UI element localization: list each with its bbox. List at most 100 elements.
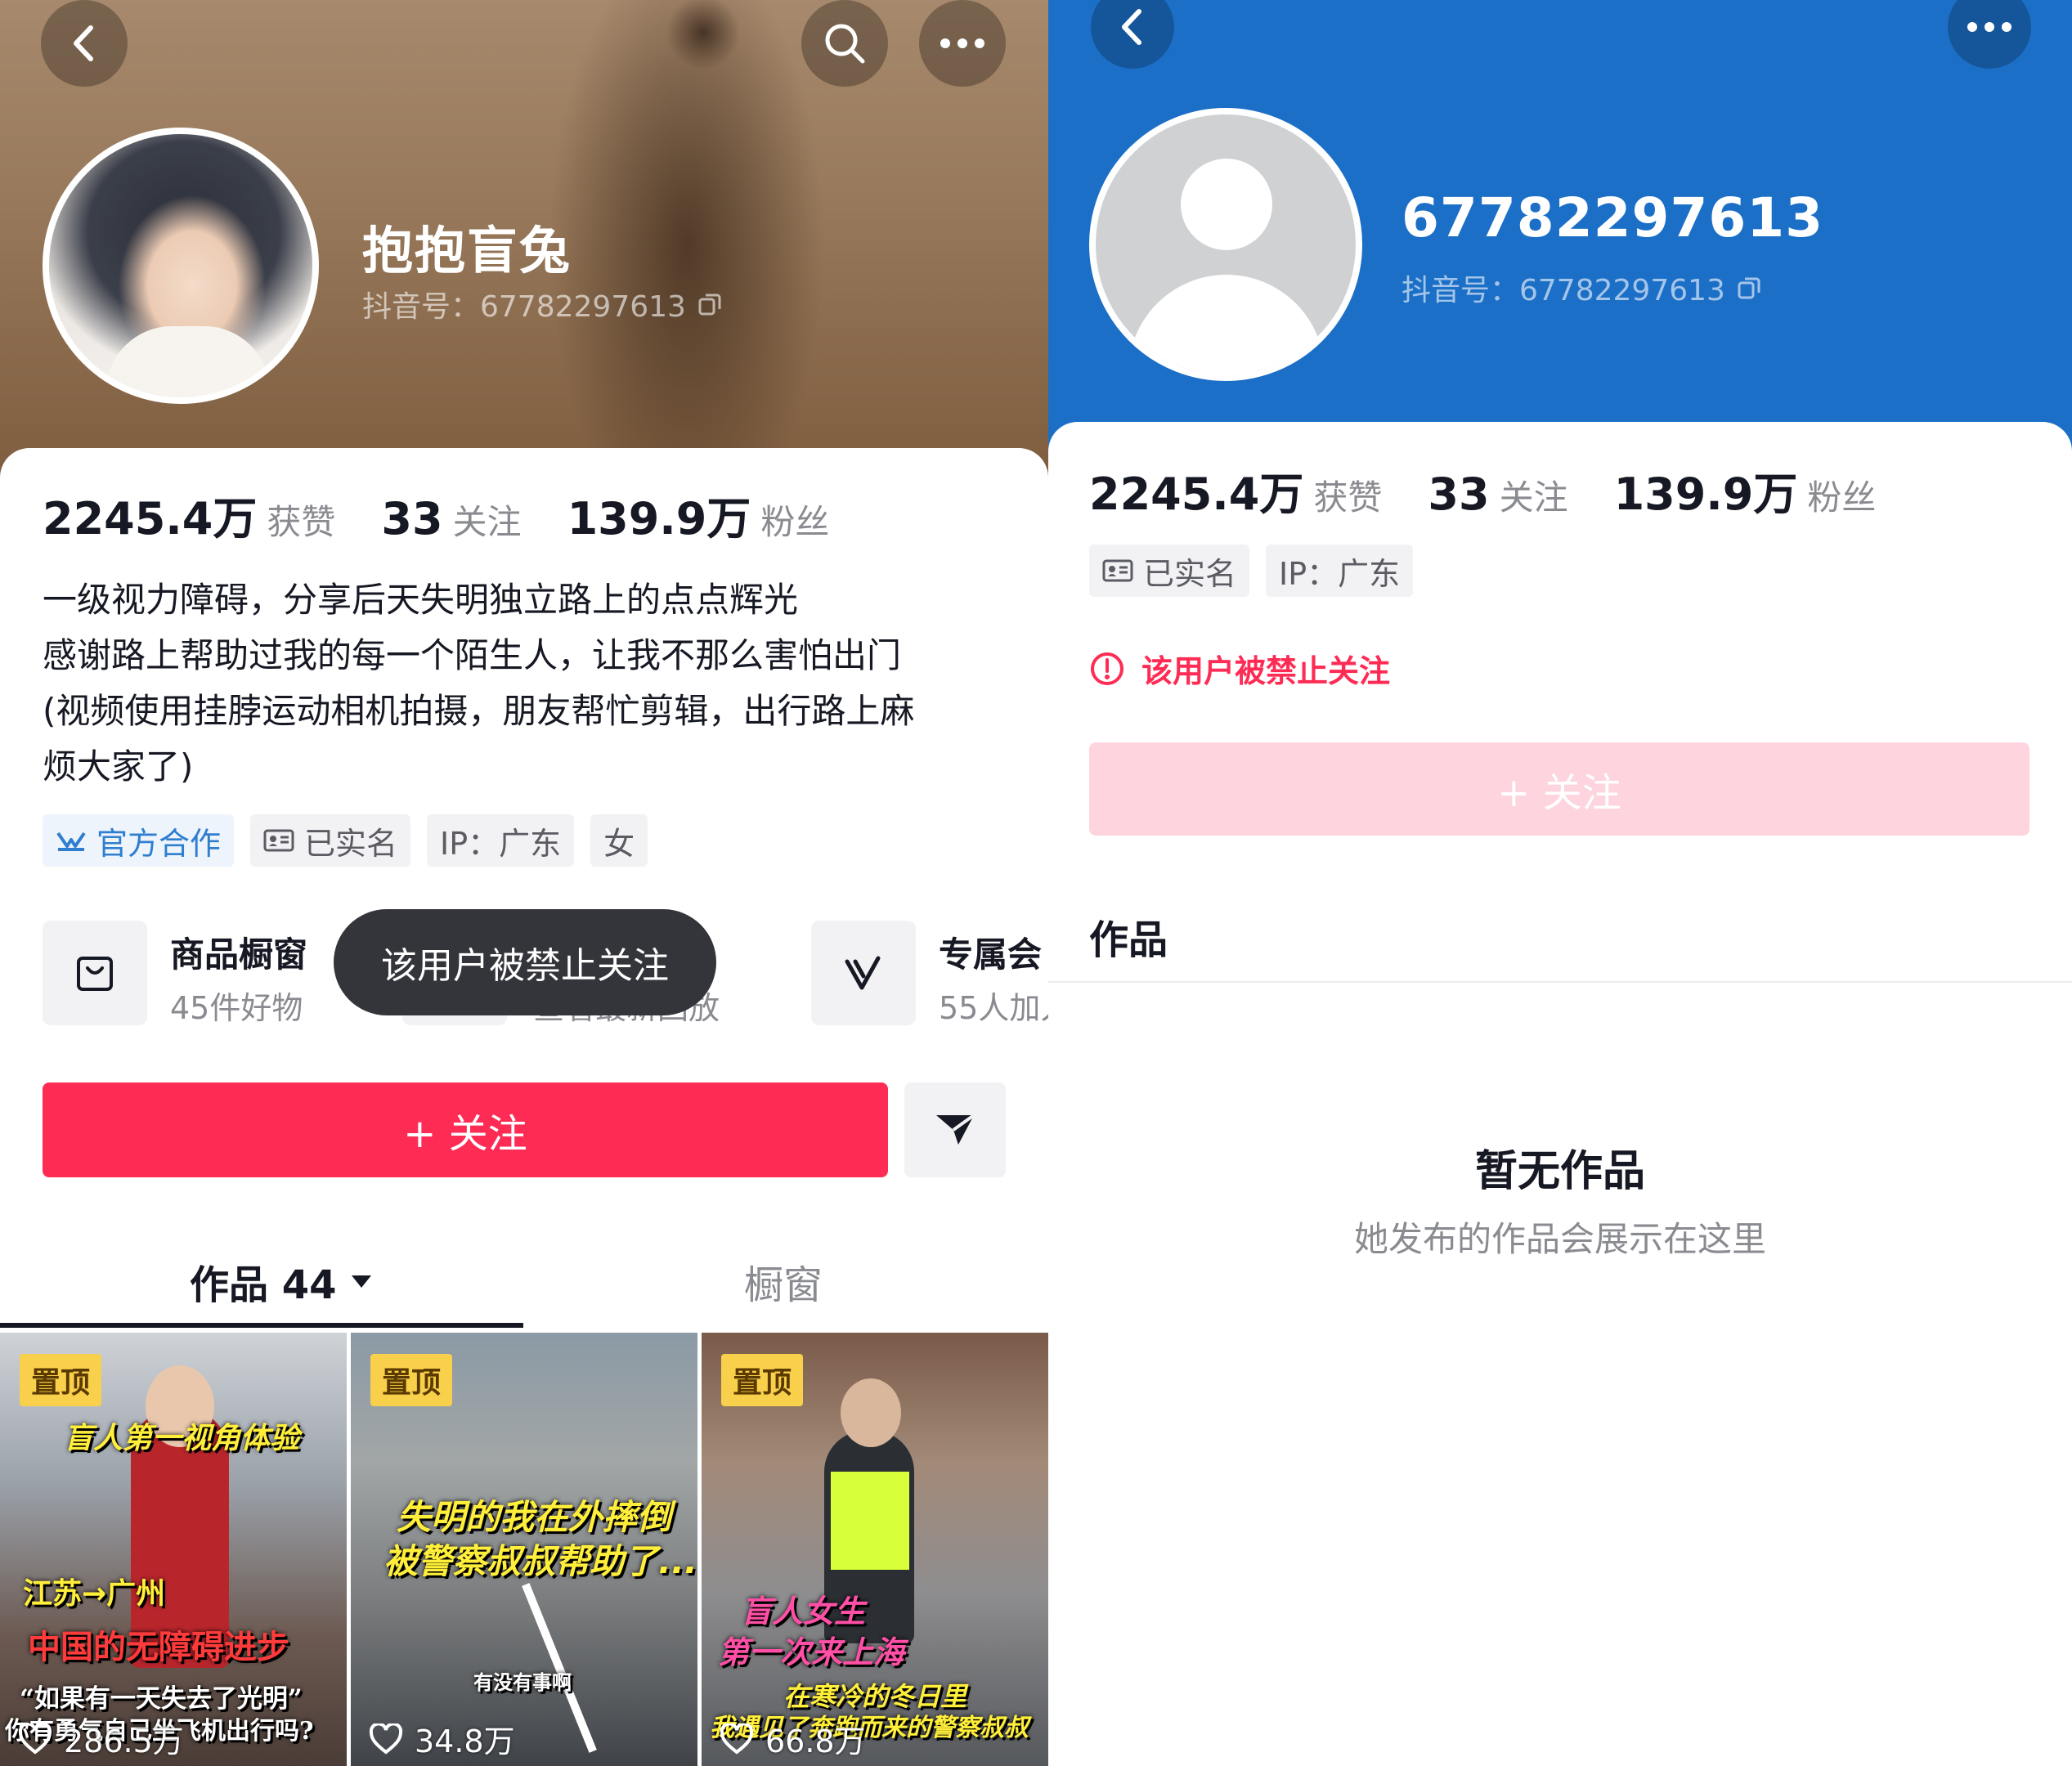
id-card-icon — [263, 829, 294, 852]
membership-entry[interactable] — [811, 921, 916, 1025]
copy-icon[interactable] — [1737, 276, 1761, 300]
tag-label: 已实名 — [304, 825, 398, 862]
warning-circle-icon — [1091, 652, 1123, 685]
shop-window-title[interactable]: 商品橱窗 — [170, 927, 307, 977]
following-count[interactable]: 33 — [381, 493, 442, 545]
send-icon — [936, 1114, 975, 1145]
ban-note-text: 该用户被禁止关注 — [1141, 653, 1391, 689]
chevron-left-icon — [74, 25, 93, 61]
likes-count: 34.8万 — [415, 1723, 515, 1759]
tag-row: 已实名 IP：广东 — [1089, 545, 1414, 597]
likes-count: 286.5万 — [64, 1723, 184, 1759]
video-tile[interactable]: 置顶 盲人女生 第一次来上海 在寒冷的冬日里 我遇见了奔跑而来的警察叔叔 66.… — [702, 1333, 1048, 1766]
more-icon — [1967, 22, 2011, 32]
video-caption: 中国的无障碍进步 — [28, 1629, 289, 1666]
tag-label: 官方合作 — [96, 825, 222, 862]
id-card-icon — [1102, 559, 1133, 582]
more-icon — [940, 38, 984, 48]
membership-sub: 55人加入 — [939, 990, 1048, 1026]
ip-tag: IP：广东 — [427, 814, 575, 867]
back-button[interactable] — [41, 0, 128, 87]
chevron-left-icon — [1122, 9, 1141, 45]
likes-count: 66.8万 — [765, 1723, 866, 1759]
heart-icon — [18, 1723, 52, 1755]
content-tabs: 作品 44 橱窗 — [0, 1243, 1048, 1328]
gender-tag: 女 — [590, 814, 648, 867]
shop-window-sub: 45件好物 — [170, 990, 303, 1026]
video-tile[interactable]: 置顶 失明的我在外摔倒 被警察叔叔帮助了... 有没有事啊 34.8万 — [351, 1333, 697, 1766]
douyin-id-text: 抖音号：67782297613 — [362, 290, 686, 324]
toast-follow-banned: 该用户被禁止关注 — [334, 909, 716, 1015]
heart-icon — [369, 1723, 403, 1755]
caret-down-icon — [351, 1275, 371, 1288]
nickname: 抱抱盲兔 — [362, 221, 572, 280]
bio-line: 一级视力障碍，分享后天失明独立路上的点点辉光 — [43, 580, 799, 620]
followers-label[interactable]: 粉丝 — [760, 495, 829, 545]
verified-tag: 已实名 — [250, 814, 411, 867]
bio-line: 感谢路上帮助过我的每一个陌生人，让我不那么害怕出门 — [43, 635, 902, 675]
following-label[interactable]: 关注 — [453, 495, 522, 545]
video-caption: 江苏→广州 — [23, 1577, 166, 1611]
profile-card — [1048, 422, 2072, 1766]
video-caption: 被警察叔叔帮助了... — [383, 1541, 697, 1581]
followers-count[interactable]: 139.9万 — [1614, 458, 1798, 522]
profile-pane-original: 抱抱盲兔 抖音号：67782297613 2245.4万 获赞 33 关注 139.… — [0, 0, 1048, 1766]
more-button[interactable] — [919, 0, 1006, 87]
video-likes: 286.5万 — [18, 1716, 184, 1761]
avatar[interactable] — [43, 128, 319, 404]
heart-icon — [720, 1723, 754, 1755]
share-button[interactable] — [904, 1082, 1006, 1177]
search-icon — [825, 24, 865, 64]
nickname: 67782297613 — [1402, 186, 1824, 249]
shop-window-entry[interactable] — [43, 921, 147, 1025]
followers-label[interactable]: 粉丝 — [1807, 470, 1876, 520]
bio-line: (视频使用挂脖运动相机拍摄，朋友帮忙剪辑，出行路上麻 — [43, 691, 915, 731]
copy-icon[interactable] — [697, 292, 722, 316]
video-caption: 第一次来上海 — [718, 1634, 905, 1670]
search-button[interactable] — [801, 0, 888, 87]
following-label[interactable]: 关注 — [1500, 470, 1568, 520]
shopping-bag-icon — [77, 957, 113, 991]
video-likes: 66.8万 — [720, 1716, 866, 1761]
works-section-title: 作品 — [1089, 917, 1168, 963]
douyin-id: 抖音号：67782297613 — [362, 283, 722, 325]
follow-button[interactable]: + 关注 — [43, 1082, 888, 1177]
likes-label: 获赞 — [267, 502, 336, 542]
active-tab-indicator — [0, 1323, 523, 1328]
video-caption: 盲人女生 — [741, 1593, 866, 1629]
pinned-badge: 置顶 — [721, 1354, 804, 1406]
douyin-id: 抖音号：67782297613 — [1402, 267, 1761, 309]
tab-shop-window[interactable]: 橱窗 — [744, 1253, 823, 1310]
likes-label: 获赞 — [1313, 477, 1383, 518]
ip-tag: IP：广东 — [1266, 545, 1414, 597]
likes-count: 2245.4万 — [1089, 468, 1304, 520]
membership-title[interactable]: 专属会 — [939, 927, 1042, 977]
stats-row: 2245.4万 获赞 33 关注 139.9万 粉丝 — [1089, 458, 1922, 522]
stats-row: 2245.4万 获赞 33 关注 139.9万 粉丝 — [43, 482, 875, 547]
tag-label: 已实名 — [1143, 555, 1237, 592]
likes-count: 2245.4万 — [43, 493, 258, 545]
video-grid: 置顶 盲人第一视角体验 江苏→广州 中国的无障碍进步 “如果有一天失去了光明” … — [0, 1333, 1048, 1766]
following-count[interactable]: 33 — [1428, 468, 1489, 520]
official-cooperation-tag[interactable]: 官方合作 — [43, 814, 235, 867]
empty-state-title: 暂无作品 — [1474, 1147, 1645, 1196]
douyin-id-text: 抖音号：67782297613 — [1402, 274, 1725, 307]
tab-works[interactable]: 作品 44 — [190, 1253, 373, 1310]
verified-tag: 已实名 — [1089, 545, 1250, 597]
bio-line: 烦大家了) — [43, 746, 194, 787]
pinned-badge: 置顶 — [20, 1354, 102, 1406]
video-caption: 盲人第一视角体验 — [64, 1422, 300, 1455]
tag-row: 官方合作 已实名 IP：广东 女 — [43, 814, 648, 867]
profile-pane-banned: 67782297613 抖音号：67782297613 2245.4万 获赞 33… — [1048, 0, 2072, 1766]
vip-v-icon — [845, 956, 881, 990]
bio: 一级视力障碍，分享后天失明独立路上的点点辉光 感谢路上帮助过我的每一个陌生人，让… — [43, 572, 1007, 795]
tab-works-label: 作品 44 — [190, 1262, 337, 1308]
video-caption: “如果有一天失去了光明” — [20, 1684, 303, 1714]
follow-banned-notice: 该用户被禁止关注 — [1089, 646, 1390, 691]
divider — [1048, 981, 2072, 983]
default-avatar[interactable] — [1089, 108, 1362, 381]
video-tile[interactable]: 置顶 盲人第一视角体验 江苏→广州 中国的无障碍进步 “如果有一天失去了光明” … — [0, 1333, 347, 1766]
followers-count[interactable]: 139.9万 — [567, 482, 751, 547]
follow-button-disabled[interactable]: + 关注 — [1089, 742, 2029, 836]
video-likes: 34.8万 — [369, 1716, 515, 1761]
